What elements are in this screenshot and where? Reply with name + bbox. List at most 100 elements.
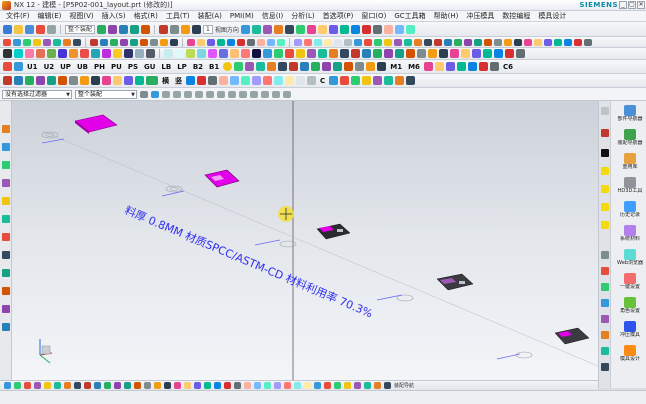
swept-icon[interactable] (364, 38, 372, 46)
report-icon[interactable] (285, 49, 294, 58)
through-curves-icon[interactable] (354, 38, 362, 46)
add-green-icon[interactable] (146, 76, 158, 85)
tab-icon[interactable] (601, 363, 609, 371)
snap-intersection-icon[interactable] (206, 90, 214, 98)
contour-flange-icon[interactable] (444, 38, 452, 46)
info-icon[interactable] (384, 382, 391, 389)
revolve-icon[interactable] (23, 38, 31, 46)
process-studio-icon[interactable] (2, 269, 10, 277)
pocket-icon[interactable] (53, 38, 61, 46)
top-view-icon[interactable] (263, 76, 272, 85)
csys-icon[interactable] (277, 38, 285, 46)
rename-icon[interactable] (351, 49, 360, 58)
pin-icon[interactable] (601, 107, 609, 115)
edge-blend-icon[interactable] (140, 38, 148, 46)
section-curve-icon[interactable] (113, 76, 122, 85)
stopper-icon[interactable] (311, 62, 321, 71)
menu-window[interactable]: 窗口(O) (357, 12, 390, 21)
auto-constraint-icon[interactable] (144, 382, 151, 389)
isocline-icon[interactable] (304, 382, 311, 389)
mold-button[interactable]: 模具设计 (615, 345, 645, 362)
target-icon[interactable] (223, 62, 233, 71)
ordinate-dim-icon[interactable] (197, 49, 206, 58)
fillet-icon[interactable] (64, 382, 71, 389)
unform-icon[interactable] (424, 38, 432, 46)
u1-button[interactable]: U1 (25, 62, 40, 72)
menu-view[interactable]: 视图(V) (65, 12, 97, 21)
check-icon[interactable] (274, 49, 283, 58)
front-view-icon[interactable] (274, 76, 283, 85)
bom-icon[interactable] (574, 38, 582, 46)
pilot-icon[interactable] (47, 49, 56, 58)
draft-icon[interactable] (160, 38, 168, 46)
blank-part-2[interactable] (204, 169, 240, 188)
mold-wizard-icon[interactable] (350, 24, 360, 34)
hole-table-icon[interactable] (186, 49, 195, 58)
flat-pattern-icon[interactable] (464, 38, 472, 46)
zoom-icon[interactable] (251, 24, 261, 34)
trim-sheet-icon[interactable] (404, 38, 412, 46)
minimize-button[interactable]: _ (619, 1, 627, 9)
m1-button[interactable]: M1 (388, 62, 404, 72)
layer-settings-icon[interactable] (192, 24, 202, 34)
menu-format[interactable]: 格式(R) (130, 12, 162, 21)
distribute-icon[interactable] (25, 76, 34, 85)
plate-right-icon[interactable] (245, 62, 255, 71)
b2-button[interactable]: B2 (191, 62, 205, 72)
station-icon[interactable] (36, 49, 45, 58)
close-button[interactable]: ✕ (637, 1, 645, 9)
scale-icon[interactable] (69, 76, 78, 85)
convert-reference-icon[interactable] (164, 382, 171, 389)
tab-icon[interactable] (601, 331, 609, 339)
history-icon[interactable] (2, 125, 10, 133)
relief-cut-icon[interactable] (456, 62, 466, 71)
reuse-library-button[interactable]: 重用库 (615, 153, 645, 170)
menu-pmi[interactable]: PMI(M) (226, 12, 258, 21)
part-family-icon[interactable] (394, 24, 404, 34)
circle-icon[interactable] (24, 382, 31, 389)
material-button[interactable]: 系统材料 (615, 225, 645, 242)
wave-icon[interactable] (373, 49, 382, 58)
fea-icon[interactable] (494, 49, 503, 58)
isoparametric-icon[interactable] (135, 76, 144, 85)
u2-button[interactable]: U2 (42, 62, 57, 72)
post-process-icon[interactable] (516, 49, 525, 58)
delete-face-icon[interactable] (227, 38, 235, 46)
punch-icon[interactable] (514, 38, 522, 46)
scrap-icon[interactable] (544, 38, 552, 46)
sequence-icon[interactable] (461, 49, 470, 58)
blank-icon[interactable] (14, 49, 23, 58)
fit-curve-icon[interactable] (284, 382, 291, 389)
type-filter-combo[interactable]: 没有选择过滤器 ▼ (2, 89, 72, 99)
menu-analysis[interactable]: 分析(L) (287, 12, 318, 21)
cam-unit-icon[interactable] (300, 62, 310, 71)
spacer-icon[interactable] (278, 62, 288, 71)
guide-lifter-icon[interactable] (344, 62, 354, 71)
b1-button[interactable]: B1 (207, 62, 221, 72)
menu-tools[interactable]: 工具(T) (162, 12, 194, 21)
blank-part-1[interactable] (74, 114, 118, 134)
menu-help[interactable]: 帮助(H) (430, 12, 463, 21)
c6-button[interactable]: C6 (501, 62, 515, 72)
screw-icon[interactable] (80, 49, 89, 58)
formed-part-4[interactable] (436, 273, 474, 291)
standard-part-icon[interactable] (564, 38, 572, 46)
table-icon[interactable] (208, 76, 217, 85)
drafting-icon[interactable] (405, 24, 415, 34)
intersection-curve-icon[interactable] (124, 76, 133, 85)
kinematics-icon[interactable] (483, 49, 492, 58)
smooth-icon[interactable] (234, 382, 241, 389)
spring-icon[interactable] (69, 49, 78, 58)
slot-icon[interactable] (73, 38, 81, 46)
text-icon[interactable] (344, 38, 352, 46)
clearance-icon[interactable] (175, 49, 184, 58)
point-set-icon[interactable] (184, 382, 191, 389)
split-body-icon[interactable] (130, 38, 138, 46)
snap-quadrant-icon[interactable] (195, 90, 203, 98)
strip-annotation[interactable]: 料厚 0.8MM 材质SPCC/ASTM-CD 材料利用率 70.3% (123, 203, 375, 321)
yellow-tab-icon[interactable] (601, 167, 609, 175)
tab-icon[interactable] (601, 283, 609, 291)
formed-part-3[interactable] (316, 223, 351, 240)
delete-icon[interactable] (159, 24, 169, 34)
section-icon[interactable] (314, 382, 321, 389)
